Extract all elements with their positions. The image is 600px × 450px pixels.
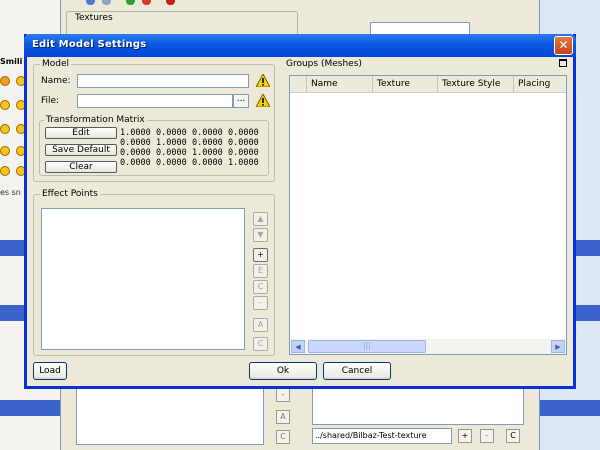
column-header-texture-style[interactable]: Texture Style <box>438 76 514 92</box>
edit-matrix-button[interactable]: Edit <box>45 127 117 139</box>
close-button[interactable]: ✕ <box>554 36 573 55</box>
matrix-cell: 0.0000 <box>192 138 223 148</box>
load-button[interactable]: Load <box>33 362 67 380</box>
matrix-cell: 0.0000 <box>120 148 151 158</box>
toolbar-icon[interactable] <box>142 0 151 5</box>
matrix-cell: 0.0000 <box>192 158 223 168</box>
groups-table[interactable]: Name Texture Texture Style Placing <box>289 75 567 355</box>
file-label: File: <box>41 96 60 106</box>
bg-a-button[interactable]: A <box>276 410 290 424</box>
copy-effect-point-button[interactable]: C <box>253 280 268 294</box>
transformation-matrix: 1.0000 0.0000 0.0000 0.0000 0.0000 1.0000 0.0… <box>120 128 264 168</box>
ok-button[interactable]: Ok <box>249 362 317 380</box>
effect-points-list[interactable] <box>41 208 245 350</box>
dialog-title: Edit Model Settings <box>32 39 147 50</box>
smiley-icon[interactable] <box>0 124 10 134</box>
matrix-cell: 0.0000 <box>120 158 151 168</box>
scroll-thumb[interactable]: ||| <box>308 340 426 353</box>
matrix-cell: 0.0000 <box>120 138 151 148</box>
bg-c-button[interactable]: C <box>506 429 520 443</box>
matrix-cell: 1.0000 <box>156 138 187 148</box>
bg-remove-button[interactable]: - <box>480 429 494 443</box>
matrix-cell: 0.0000 <box>192 128 223 138</box>
bg-c-button[interactable]: C <box>276 430 290 444</box>
move-down-button[interactable]: ▼ <box>253 228 268 242</box>
matrix-cell: 1.0000 <box>228 158 259 168</box>
smiley-icon[interactable] <box>0 166 10 176</box>
smiley-icon[interactable] <box>0 76 10 86</box>
groups-table-header: Name Texture Texture Style Placing <box>290 76 566 93</box>
matrix-cell: 1.0000 <box>192 148 223 158</box>
toolbar-icon[interactable] <box>126 0 135 5</box>
matrix-row: 0.0000 0.0000 0.0000 1.0000 <box>120 158 264 168</box>
matrix-cell: 0.0000 <box>228 138 259 148</box>
smiley-icon[interactable] <box>0 146 10 156</box>
c-button[interactable]: C <box>253 337 268 351</box>
name-label: Name: <box>41 76 71 86</box>
edit-model-settings-dialog: Edit Model Settings ✕ Model Name: File: … <box>24 34 576 389</box>
transformation-matrix-label: Transformation Matrix <box>44 115 147 125</box>
matrix-row: 0.0000 1.0000 0.0000 0.0000 <box>120 138 264 148</box>
file-warning-icon <box>256 94 270 107</box>
toolbar-icon[interactable] <box>166 0 175 5</box>
clear-matrix-button[interactable]: Clear <box>45 161 117 173</box>
smiley-panel-text: es sn <box>0 188 21 197</box>
groups-horizontal-scrollbar[interactable]: ◀ ||| ▶ <box>289 339 567 355</box>
textures-group-label: Textures <box>74 13 114 23</box>
background-texture-list[interactable] <box>312 385 524 425</box>
matrix-cell: 0.0000 <box>156 128 187 138</box>
toolbar-icon[interactable] <box>86 0 95 5</box>
add-effect-point-button[interactable]: + <box>253 248 268 262</box>
table-corner-cell <box>290 76 307 92</box>
groups-meshes-label: Groups (Meshes) <box>286 59 362 69</box>
file-input[interactable] <box>77 94 233 108</box>
matrix-cell: 0.0000 <box>228 148 259 158</box>
matrix-cell: 0.0000 <box>156 158 187 168</box>
smiley-panel-header: Smili <box>0 57 23 66</box>
background-toolbar <box>62 0 242 6</box>
scroll-left-button[interactable]: ◀ <box>291 340 305 353</box>
cancel-button[interactable]: Cancel <box>323 362 391 380</box>
matrix-row: 0.0000 0.0000 1.0000 0.0000 <box>120 148 264 158</box>
save-default-button[interactable]: Save Default <box>45 144 117 156</box>
name-input[interactable] <box>77 74 249 88</box>
restore-icon[interactable] <box>559 59 567 67</box>
edit-effect-point-button[interactable]: E <box>253 264 268 278</box>
matrix-cell: 1.0000 <box>120 128 151 138</box>
browse-button[interactable]: ... <box>233 94 249 108</box>
model-group-label: Model <box>40 59 72 69</box>
bg-add-button[interactable]: + <box>458 429 472 443</box>
scroll-right-button[interactable]: ▶ <box>551 340 565 353</box>
background-list[interactable] <box>76 385 264 445</box>
remove-effect-point-button[interactable]: - <box>253 296 268 310</box>
title-bar[interactable]: Edit Model Settings ✕ <box>24 34 576 57</box>
effect-points-label: Effect Points <box>40 189 100 199</box>
a-button[interactable]: A <box>253 318 268 332</box>
column-header-placing[interactable]: Placing <box>514 76 568 92</box>
matrix-row: 1.0000 0.0000 0.0000 0.0000 <box>120 128 264 138</box>
bg-remove-button[interactable]: - <box>276 388 290 402</box>
column-header-texture[interactable]: Texture <box>373 76 438 92</box>
toolbar-icon[interactable] <box>102 0 111 5</box>
texture-path-field[interactable]: ../shared/Bilbaz-Test-texture <box>312 428 452 444</box>
matrix-cell: 0.0000 <box>156 148 187 158</box>
smiley-icon[interactable] <box>0 100 10 110</box>
matrix-cell: 0.0000 <box>228 128 259 138</box>
name-warning-icon <box>256 74 270 87</box>
move-up-button[interactable]: ▲ <box>253 212 268 226</box>
column-header-name[interactable]: Name <box>307 76 373 92</box>
